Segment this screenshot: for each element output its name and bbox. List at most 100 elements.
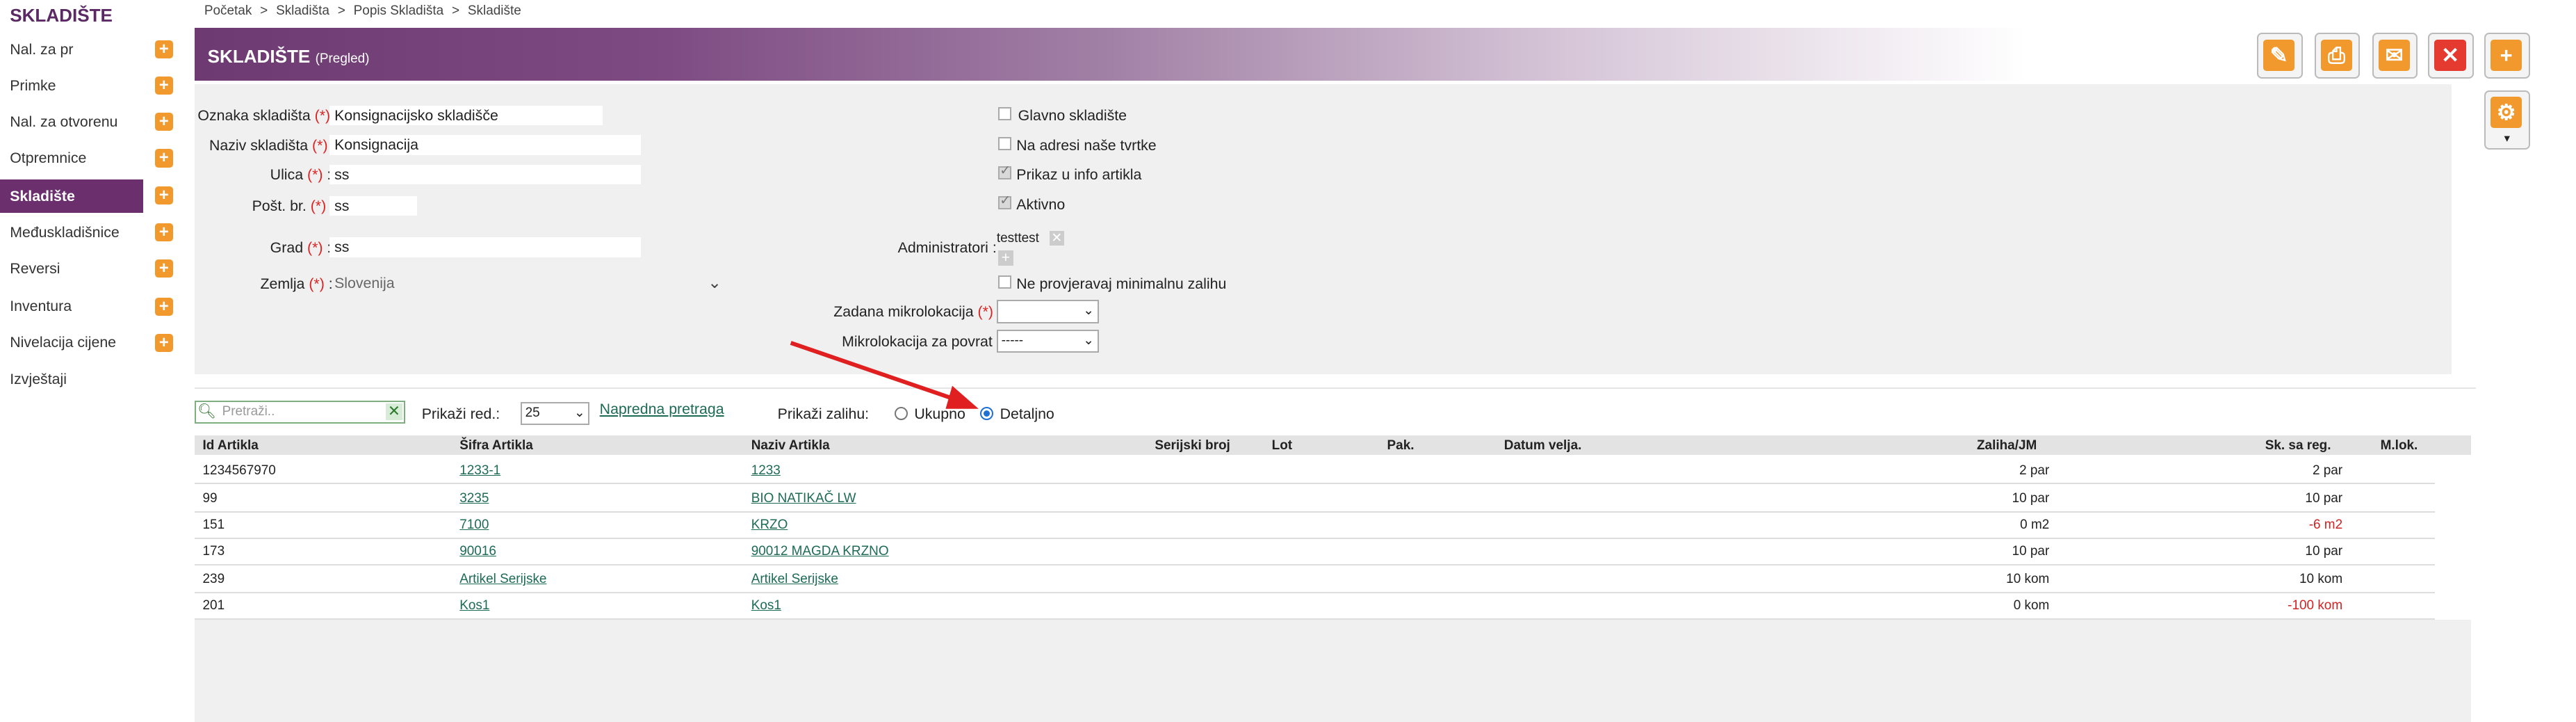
remove-admin-icon[interactable]: ✕ [1049, 230, 1064, 246]
cell-sifra-link[interactable]: Artikel Serijske [459, 572, 546, 587]
col-mlok[interactable]: M.lok. [2381, 438, 2418, 454]
edit-button[interactable]: ✎ [2256, 33, 2303, 79]
sidebar-item-primke[interactable]: Primke + [0, 70, 179, 102]
table-row[interactable]: 99 3235 BIO NATIKAČ LW 10 par 10 par [194, 485, 2435, 513]
settings-button[interactable]: ⚙ ▾ [2484, 90, 2530, 150]
plus-icon[interactable]: + [154, 297, 173, 316]
breadcrumb-separator: > [260, 3, 268, 18]
na-adresi-checkbox[interactable] [998, 136, 1012, 150]
sidebar-item-nivelacija-cijene[interactable]: Nivelacija cijene + [0, 326, 179, 359]
cell-sifra-link[interactable]: Kos1 [459, 598, 489, 613]
col-sifra[interactable]: Šifra Artikla [459, 438, 533, 454]
plus-icon[interactable]: + [154, 113, 173, 131]
oznaka-field[interactable]: Konsignacijsko skladišče [329, 105, 603, 126]
col-pak[interactable]: Pak. [1387, 438, 1415, 454]
cell-zaliha: 10 par [2012, 491, 2050, 506]
grad-field[interactable]: ss [329, 237, 641, 257]
chevron-down-icon: ⌄ [708, 274, 722, 293]
col-naziv[interactable]: Naziv Artikla [751, 438, 830, 454]
plus-icon[interactable]: + [154, 186, 173, 204]
cell-sifra-link[interactable]: 1233-1 [459, 463, 500, 479]
cell-sifra-link[interactable]: 90016 [459, 544, 496, 559]
col-sk[interactable]: Sk. sa reg. [2265, 438, 2331, 454]
cell-sk: 10 kom [2299, 572, 2343, 587]
cell-id: 151 [202, 518, 225, 533]
breadcrumb-item[interactable]: Popis Skladišta [354, 3, 443, 18]
search-input[interactable]: 🔍︎ Pretraži.. ✕ [194, 400, 406, 424]
sidebar-item-otpremnice[interactable]: Otpremnice + [0, 142, 179, 175]
col-serijski[interactable]: Serijski broj [1155, 438, 1230, 454]
plus-icon[interactable]: + [154, 149, 173, 168]
table-empty-area [194, 620, 2471, 722]
add-admin-icon[interactable]: + [998, 250, 1013, 266]
breadcrumb-item[interactable]: Početak [204, 3, 252, 18]
sidebar-item-label: Skladište [10, 187, 75, 204]
plus-icon[interactable]: + [154, 223, 173, 242]
arrow-head [945, 385, 979, 409]
sidebar-item-izvjestaji[interactable]: Izvještaji [0, 362, 179, 395]
aktivno-checkbox[interactable] [998, 193, 1012, 209]
sidebar-item-reversi[interactable]: Reversi + [0, 252, 179, 285]
cell-naziv-link[interactable]: BIO NATIKAČ LW [751, 491, 856, 506]
col-datum[interactable]: Datum velja. [1504, 438, 1582, 454]
clear-search-icon[interactable]: ✕ [385, 403, 402, 420]
zemlja-select[interactable]: Slovenija ⌄ [329, 273, 728, 293]
ne-provjeravaj-checkbox[interactable] [998, 275, 1012, 289]
col-zaliha[interactable]: Zaliha/JM [1977, 438, 2037, 454]
ulica-field[interactable]: ss [329, 164, 641, 185]
sidebar-item-label: Otpremnice [10, 150, 87, 166]
col-lot[interactable]: Lot [1272, 438, 1292, 454]
chevron-down-icon: ⌄ [1083, 332, 1095, 348]
rows-select[interactable]: 25 ⌄ [520, 402, 590, 426]
delete-button[interactable]: ✕ [2428, 33, 2474, 79]
zadana-mikro-select[interactable]: ⌄ [996, 300, 1099, 323]
prikaz-checkbox[interactable] [998, 163, 1012, 180]
cell-sk-negative: -100 kom [2288, 598, 2343, 613]
post-label: Pošt. br. (*) : [252, 198, 334, 215]
plus-icon[interactable]: + [154, 40, 173, 59]
plus-icon[interactable]: + [154, 259, 173, 278]
sidebar-item-nal-za-pr[interactable]: Nal. za pr + [0, 33, 179, 65]
cell-naziv-link[interactable]: Artikel Serijske [751, 572, 838, 587]
sidebar-item-skladiste[interactable]: Skladište + [0, 179, 173, 213]
page-header: SKLADIŠTE (Pregled) [194, 28, 2027, 81]
glavno-checkbox[interactable] [998, 107, 1012, 120]
add-button[interactable]: + [2484, 33, 2530, 79]
cell-sk-negative: -6 m2 [2308, 518, 2343, 533]
search-icon: 🔍︎ [197, 403, 217, 420]
sidebar-item-nal-za-otvorenu[interactable]: Nal. za otvorenu + [0, 106, 179, 138]
post-field[interactable]: ss [329, 196, 417, 216]
administrator-value: testtest [996, 230, 1039, 246]
sidebar: SKLADIŠTE Nal. za pr + Primke + Nal. za ot… [0, 0, 179, 722]
naziv-field[interactable]: Konsignacija [329, 135, 641, 155]
envelope-icon: ✉ [2378, 39, 2410, 71]
table-row[interactable]: 151 7100 KRZO 0 m2 -6 m2 [194, 511, 2435, 539]
cell-id: 173 [202, 544, 225, 559]
col-id[interactable]: Id Artikla [203, 438, 259, 454]
plus-icon[interactable]: + [154, 77, 173, 95]
table-row[interactable]: 201 Kos1 Kos1 0 kom -100 kom [194, 592, 2435, 620]
breadcrumb-separator: > [337, 3, 345, 18]
gear-icon: ⚙ [2491, 97, 2522, 129]
table-row[interactable]: 173 90016 90012 MAGDA KRZNO 10 par 10 pa… [194, 538, 2435, 565]
plus-icon[interactable]: + [154, 333, 173, 352]
cell-sifra-link[interactable]: 7100 [459, 518, 489, 533]
sidebar-item-inventura[interactable]: Inventura + [0, 290, 179, 323]
table-row[interactable]: 1234567970 1233-1 1233 2 par 2 par [194, 456, 2435, 485]
cell-naziv-link[interactable]: 1233 [751, 463, 781, 479]
breadcrumb-item[interactable]: Skladišta [276, 3, 329, 18]
print-button[interactable]: ⎙ [2314, 33, 2361, 79]
advanced-search-link[interactable]: Napredna pretraga [600, 401, 724, 418]
sidebar-item-meduskladisnice[interactable]: Međuskladišnice + [0, 216, 179, 248]
cell-naziv-link[interactable]: 90012 MAGDA KRZNO [751, 544, 889, 559]
zadana-mikro-label: Zadana mikrolokacija (*) : [833, 303, 1002, 321]
cell-id: 99 [202, 491, 218, 506]
email-button[interactable]: ✉ [2372, 33, 2418, 79]
cell-naziv-link[interactable]: Kos1 [751, 598, 781, 613]
mikro-povrat-select[interactable]: ----- ⌄ [996, 329, 1099, 353]
breadcrumb-item[interactable]: Skladište [468, 3, 521, 18]
cell-sifra-link[interactable]: 3235 [459, 491, 489, 506]
breadcrumb-separator: > [451, 3, 460, 18]
cell-naziv-link[interactable]: KRZO [751, 518, 788, 533]
table-row[interactable]: 239 Artikel Serijske Artikel Serijske 10… [194, 565, 2435, 593]
